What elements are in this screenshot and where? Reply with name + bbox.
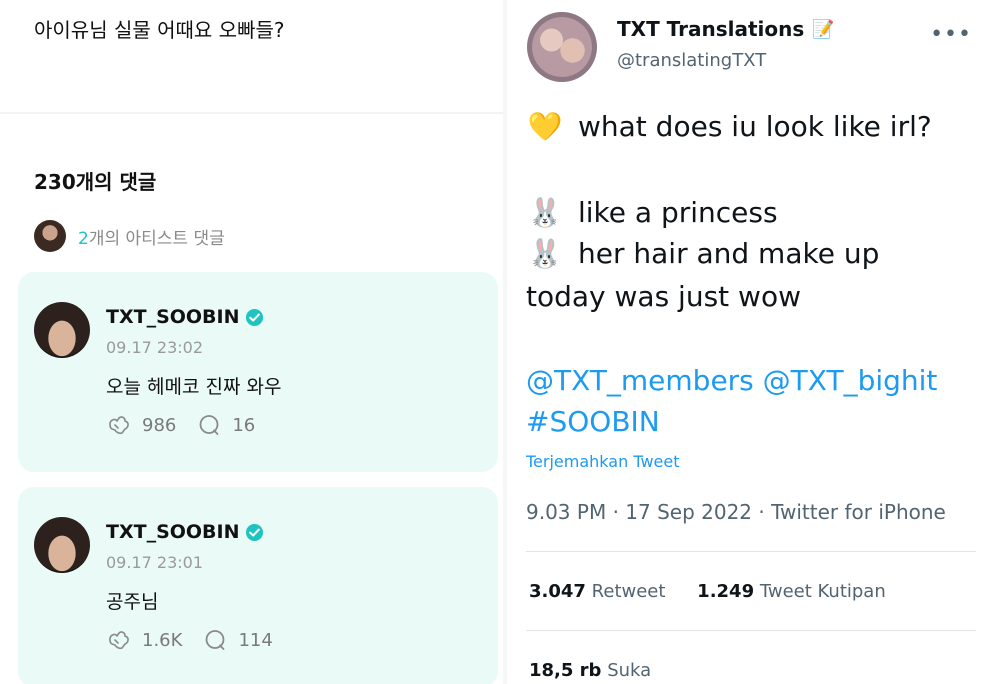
display-name-text[interactable]: TXT Translations	[617, 17, 804, 41]
comment-stats: 986 16	[106, 412, 275, 438]
tweet-line: 💛 what does iu look like irl?	[526, 110, 932, 143]
quote-stat[interactable]: 1.249 Tweet Kutipan	[697, 581, 886, 602]
comment-time: 09.17 23:01	[106, 553, 203, 572]
like-icon[interactable]	[106, 412, 132, 438]
tweet-meta[interactable]: 9.03 PM · 17 Sep 2022 · Twitter for iPho…	[526, 500, 946, 524]
tweet-line-text: what does iu look like irl?	[578, 110, 932, 143]
comment-card[interactable]: TXT_SOOBIN 09.17 23:02 오늘 헤메코 진짜 와우 986 …	[18, 272, 498, 472]
like-count: 986	[142, 414, 177, 436]
tweet-line: today was just wow	[526, 280, 801, 313]
avatar	[34, 220, 66, 252]
tweet-line: 🐰 like a princess	[526, 196, 778, 229]
tweet-engagement: 3.047 Retweet 1.249 Tweet Kutipan	[529, 581, 886, 602]
memo-icon: 📝	[812, 18, 835, 40]
reply-count: 114	[238, 629, 273, 651]
verified-icon	[245, 523, 263, 541]
translate-tweet-link[interactable]: Terjemahkan Tweet	[526, 452, 679, 471]
like-label: Suka	[607, 660, 652, 681]
post-text: 아이유님 실물 어때요 오빠들?	[34, 18, 285, 42]
avatar[interactable]	[527, 12, 597, 82]
rabbit-icon: 🐰	[527, 196, 563, 229]
divider	[526, 551, 976, 552]
reply-count: 16	[232, 414, 256, 436]
retweet-count: 3.047	[529, 581, 586, 602]
weverse-panel: 아이유님 실물 어때요 오빠들? 230개의 댓글 2개의 아티스트 댓글 TX…	[0, 0, 503, 684]
artist-comments-text: 개의 아티스트 댓글	[88, 228, 225, 249]
retweet-stat[interactable]: 3.047 Retweet	[529, 581, 665, 602]
user-handle[interactable]: @translatingTXT	[617, 50, 766, 71]
author-name[interactable]: TXT_SOOBIN	[106, 521, 240, 543]
comment-text: 오늘 헤메코 진짜 와우	[106, 376, 282, 398]
comment-text: 공주님	[106, 591, 159, 613]
verified-icon	[245, 308, 263, 326]
reply-icon[interactable]	[196, 412, 222, 438]
comment-time: 09.17 23:02	[106, 338, 203, 357]
like-stat[interactable]: 18,5 rb Suka	[529, 660, 651, 681]
divider	[526, 630, 976, 631]
comment-stats: 1.6K 114	[106, 627, 293, 653]
like-icon[interactable]	[106, 627, 132, 653]
divider	[0, 112, 503, 114]
comment-author[interactable]: TXT_SOOBIN	[106, 521, 264, 543]
comment-author[interactable]: TXT_SOOBIN	[106, 306, 264, 328]
tweet-panel: TXT Translations 📝 @translatingTXT ••• 💛…	[507, 0, 1000, 684]
like-count: 18,5 rb	[529, 660, 602, 681]
tweet-line: 🐰 her hair and make up	[526, 237, 880, 270]
like-count: 1.6K	[142, 629, 183, 651]
more-options-icon[interactable]: •••	[930, 22, 972, 47]
author-name[interactable]: TXT_SOOBIN	[106, 306, 240, 328]
artist-comments-label: 2개의 아티스트 댓글	[78, 224, 225, 249]
display-name[interactable]: TXT Translations 📝	[617, 17, 835, 41]
hashtag-link[interactable]: #SOOBIN	[526, 405, 660, 438]
reply-icon[interactable]	[202, 627, 228, 653]
artist-comments-number: 2	[78, 228, 89, 249]
retweet-label: Retweet	[591, 581, 666, 602]
avatar[interactable]	[34, 302, 90, 358]
comments-count: 230개의 댓글	[34, 170, 157, 194]
quote-count: 1.249	[697, 581, 755, 602]
tweet-line-text: like a princess	[578, 196, 778, 229]
tweet-line-text: her hair and make up	[578, 237, 880, 270]
artist-comments-filter[interactable]: 2개의 아티스트 댓글	[34, 220, 225, 252]
quote-label: Tweet Kutipan	[759, 581, 886, 602]
yellow-heart-icon: 💛	[527, 110, 563, 143]
mention-links[interactable]: @TXT_members @TXT_bighit	[526, 364, 937, 397]
comment-card[interactable]: TXT_SOOBIN 09.17 23:01 공주님 1.6K 114	[18, 487, 498, 684]
rabbit-icon: 🐰	[527, 237, 563, 270]
avatar[interactable]	[34, 517, 90, 573]
